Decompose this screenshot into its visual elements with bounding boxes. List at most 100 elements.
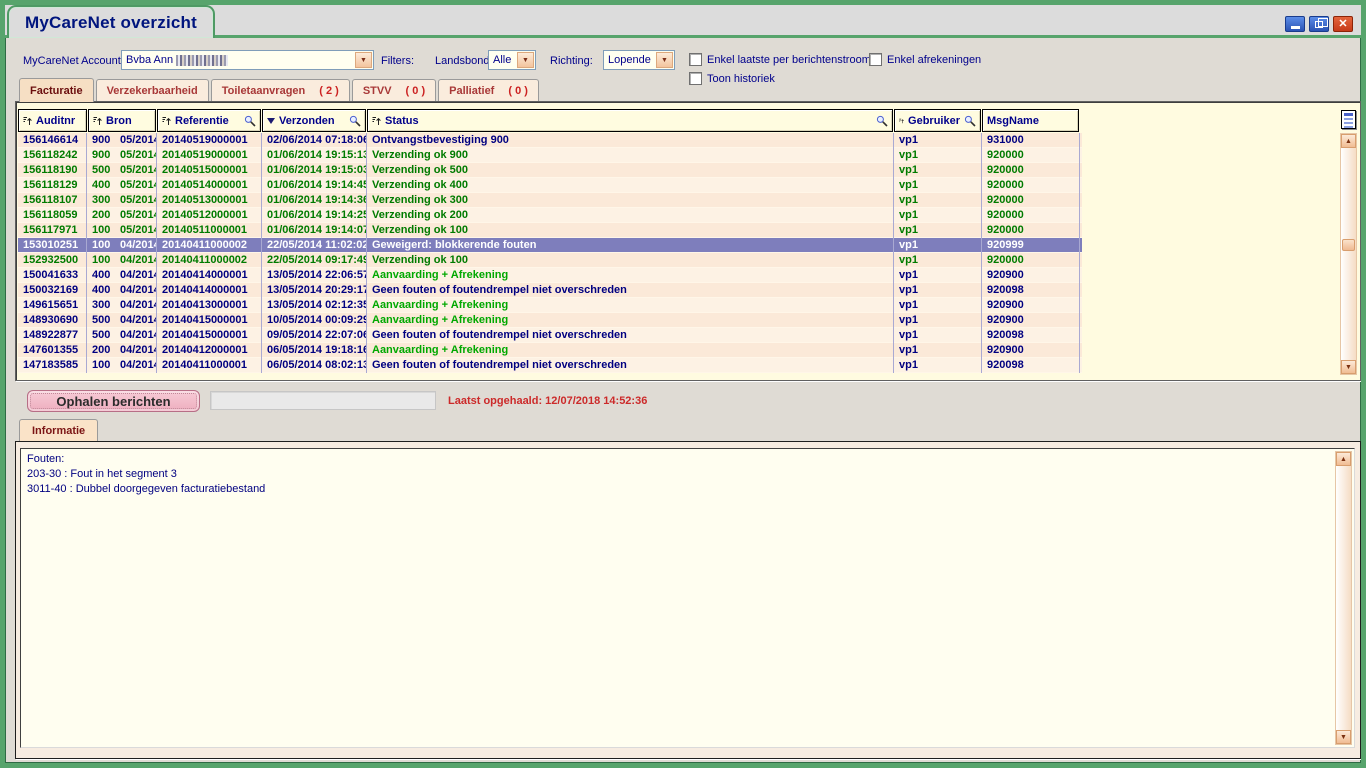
column-label: Gebruiker — [908, 115, 960, 127]
checkbox-enkel-afrekeningen[interactable]: Enkel afrekeningen — [869, 53, 981, 66]
restore-button[interactable] — [1309, 16, 1329, 32]
landsbond-label: Landsbond: — [435, 55, 493, 67]
column-header-bron[interactable]: Bron — [88, 109, 156, 132]
tab-informatie[interactable]: Informatie — [19, 419, 98, 441]
richting-label: Richting: — [550, 55, 593, 67]
cell-auditnr: 156118242 — [18, 148, 87, 163]
tab-palliatief[interactable]: Palliatief( 0 ) — [438, 79, 539, 102]
account-value: Bvba Ann — [126, 54, 173, 66]
cell-status: Geen fouten of foutendrempel niet oversc… — [367, 283, 894, 298]
cell-bron: 90005/2014 — [87, 133, 157, 148]
tab-label: Palliatief — [449, 85, 494, 97]
landsbond-dropdown-icon[interactable]: ▼ — [517, 52, 534, 68]
search-icon[interactable] — [244, 115, 256, 127]
table-row[interactable]: 15611812940005/20142014051400000101/06/2… — [18, 178, 1082, 193]
column-header-status[interactable]: Status — [367, 109, 893, 132]
cell-bron: 10005/2014 — [87, 223, 157, 238]
minimize-button[interactable] — [1285, 16, 1305, 32]
table-row[interactable]: 15611824290005/20142014051900000101/06/2… — [18, 148, 1082, 163]
tab-verzekerbaarheid[interactable]: Verzekerbaarheid — [96, 79, 209, 102]
info-vertical-scrollbar[interactable]: ▲ ▼ — [1335, 451, 1352, 745]
tab-toiletaanvragen[interactable]: Toiletaanvragen( 2 ) — [211, 79, 350, 102]
checkbox-enkel-laatste[interactable]: Enkel laatste per berichtenstroom — [689, 53, 871, 66]
column-header-referentie[interactable]: Referentie — [157, 109, 261, 132]
cell-gebruiker: vp1 — [894, 253, 982, 268]
search-icon[interactable] — [349, 115, 361, 127]
cell-msgname: 920000 — [982, 193, 1080, 208]
table-row[interactable]: 15611805920005/20142014051200000101/06/2… — [18, 208, 1082, 223]
cell-verzonden: 22/05/2014 09:17:49 — [262, 253, 367, 268]
checkbox-icon[interactable] — [869, 53, 882, 66]
cell-referentie: 20140414000001 — [157, 283, 262, 298]
table-row[interactable]: 14893069050004/20142014041500000110/05/2… — [18, 313, 1082, 328]
column-label: Auditnr — [36, 115, 75, 127]
cell-bron: 50004/2014 — [87, 328, 157, 343]
table-row[interactable]: 14961565130004/20142014041300000113/05/2… — [18, 298, 1082, 313]
cell-status: Verzending ok 200 — [367, 208, 894, 223]
cell-gebruiker: vp1 — [894, 238, 982, 253]
column-chooser-icon[interactable] — [1341, 110, 1356, 129]
fetch-messages-button[interactable]: Ophalen berichten — [27, 390, 200, 412]
cell-verzonden: 13/05/2014 02:12:35 — [262, 298, 367, 313]
table-row[interactable]: 15004163340004/20142014041400000113/05/2… — [18, 268, 1082, 283]
table-row[interactable]: 15293250010004/20142014041100000222/05/2… — [18, 253, 1082, 268]
minimize-icon — [1291, 26, 1300, 29]
cell-gebruiker: vp1 — [894, 313, 982, 328]
landsbond-select[interactable]: Alle ▼ — [488, 50, 536, 70]
checkbox-toon-historiek[interactable]: Toon historiek — [689, 72, 775, 85]
cell-referentie: 20140415000001 — [157, 328, 262, 343]
table-row[interactable]: 15614661490005/20142014051900000102/06/2… — [18, 133, 1082, 148]
checkbox-icon[interactable] — [689, 72, 702, 85]
cell-auditnr: 148930690 — [18, 313, 87, 328]
search-icon[interactable] — [876, 115, 888, 127]
column-header-gebruiker[interactable]: Gebruiker — [894, 109, 981, 132]
table-row[interactable]: 15003216940004/20142014041400000113/05/2… — [18, 283, 1082, 298]
table-row[interactable]: 15611810730005/20142014051300000101/06/2… — [18, 193, 1082, 208]
cell-referentie: 20140511000001 — [157, 223, 262, 238]
cell-gebruiker: vp1 — [894, 328, 982, 343]
table-body: 15614661490005/20142014051900000102/06/2… — [18, 133, 1082, 373]
scrollbar-thumb[interactable] — [1342, 239, 1355, 251]
landsbond-value: Alle — [493, 54, 511, 66]
cell-verzonden: 06/05/2014 08:02:13 — [262, 358, 367, 373]
window-controls: ✕ — [1285, 16, 1353, 32]
cell-auditnr: 153010251 — [18, 238, 87, 253]
table-row[interactable]: 15611819050005/20142014051500000101/06/2… — [18, 163, 1082, 178]
table-row[interactable]: 14718358510004/20142014041100000106/05/2… — [18, 358, 1082, 373]
table-vertical-scrollbar[interactable]: ▲ ▼ — [1340, 133, 1357, 375]
table-row[interactable]: 15611797110005/20142014051100000101/06/2… — [18, 223, 1082, 238]
cell-gebruiker: vp1 — [894, 358, 982, 373]
cell-gebruiker: vp1 — [894, 208, 982, 223]
scroll-down-icon[interactable]: ▼ — [1336, 730, 1351, 744]
cell-status: Verzending ok 100 — [367, 223, 894, 238]
column-header-verzonden[interactable]: Verzonden — [262, 109, 366, 132]
tab-facturatie[interactable]: Facturatie — [19, 78, 94, 102]
scroll-down-icon[interactable]: ▼ — [1341, 360, 1356, 374]
table-row[interactable]: 15301025110004/20142014041100000222/05/2… — [18, 238, 1082, 253]
cell-status: Verzending ok 300 — [367, 193, 894, 208]
restore-icon — [1315, 21, 1323, 28]
search-icon[interactable] — [964, 115, 976, 127]
cell-bron: 10004/2014 — [87, 238, 157, 253]
close-icon: ✕ — [1338, 19, 1347, 30]
column-header-msgname[interactable]: MsgName — [982, 109, 1079, 132]
tab-label: Facturatie — [30, 85, 83, 97]
cell-referentie: 20140519000001 — [157, 148, 262, 163]
cell-verzonden: 01/06/2014 19:14:07 — [262, 223, 367, 238]
checkbox-icon[interactable] — [689, 53, 702, 66]
tab-stvv[interactable]: STVV( 0 ) — [352, 79, 436, 102]
close-button[interactable]: ✕ — [1333, 16, 1353, 32]
scroll-up-icon[interactable]: ▲ — [1341, 134, 1356, 148]
cell-referentie: 20140411000001 — [157, 358, 262, 373]
table-row[interactable]: 14760135520004/20142014041200000106/05/2… — [18, 343, 1082, 358]
account-dropdown-icon[interactable]: ▼ — [355, 52, 372, 68]
account-select[interactable]: Bvba Ann ▼ — [121, 50, 374, 70]
information-textarea[interactable]: Fouten: 203-30 : Fout in het segment 3 3… — [20, 448, 1355, 748]
column-header-auditnr[interactable]: Auditnr — [18, 109, 87, 132]
richting-dropdown-icon[interactable]: ▼ — [656, 52, 673, 68]
table-row[interactable]: 14892287750004/20142014041500000109/05/2… — [18, 328, 1082, 343]
tab-count: ( 0 ) — [406, 85, 426, 97]
scroll-up-icon[interactable]: ▲ — [1336, 452, 1351, 466]
cell-msgname: 920999 — [982, 238, 1080, 253]
richting-select[interactable]: Lopende ▼ — [603, 50, 675, 70]
